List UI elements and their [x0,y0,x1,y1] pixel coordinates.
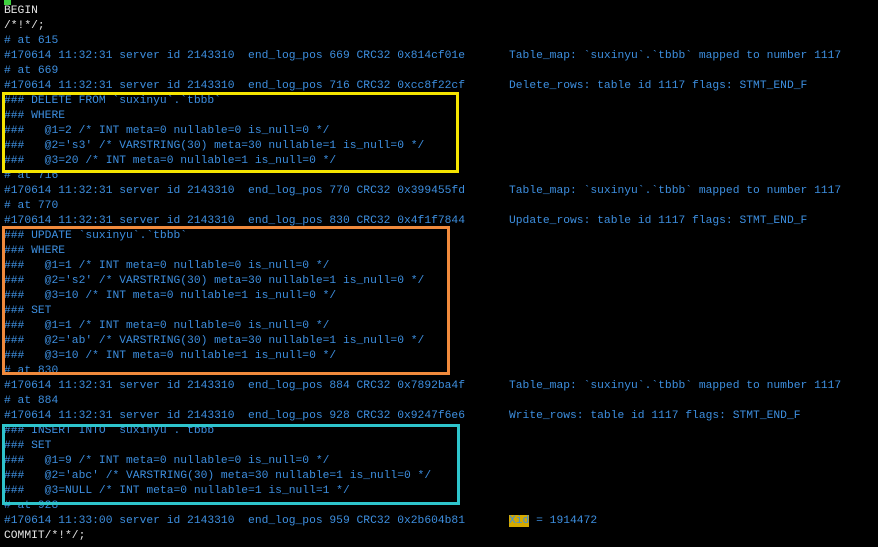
event-info-text: = 1914472 [529,515,598,527]
update-highlight-box [2,226,450,375]
event-info-text: Table_map: `suxinyu`.`tbbb` mapped to nu… [509,185,842,197]
event-info-text: Table_map: `suxinyu`.`tbbb` mapped to nu… [509,50,842,62]
terminal-line: #170614 11:32:31 server id 2143310 end_l… [4,409,801,424]
terminal-line: #170614 11:33:00 server id 2143310 end_l… [4,514,597,529]
terminal-line: # at 669 [4,64,58,79]
line-text: /*!*/; [4,20,45,32]
insert-highlight-box [2,424,460,505]
line-text: BEGIN [4,5,38,17]
terminal-line: COMMIT/*!*/; [4,529,85,544]
event-info: Table_map: `suxinyu`.`tbbb` mapped to nu… [509,184,841,199]
line-text: # at 884 [4,395,59,407]
delete-highlight-box [2,92,459,173]
line-text: COMMIT/*!*/; [4,530,86,542]
event-info: Table_map: `suxinyu`.`tbbb` mapped to nu… [509,379,841,394]
event-info-text: Table_map: `suxinyu`.`tbbb` mapped to nu… [509,380,842,392]
event-info: Table_map: `suxinyu`.`tbbb` mapped to nu… [509,49,841,64]
event-info: Write_rows: table id 1117 flags: STMT_EN… [509,409,801,424]
line-text: #170614 11:32:31 server id 2143310 end_l… [4,185,465,197]
line-text: #170614 11:32:31 server id 2143310 end_l… [4,80,465,92]
terminal-line: BEGIN [4,4,38,19]
line-text: #170614 11:32:31 server id 2143310 end_l… [4,380,465,392]
event-info: Xid = 1914472 [509,514,597,529]
line-text: # at 615 [4,35,59,47]
event-info: Update_rows: table id 1117 flags: STMT_E… [509,214,807,229]
event-info: Delete_rows: table id 1117 flags: STMT_E… [509,79,807,94]
terminal-line: #170614 11:32:31 server id 2143310 end_l… [4,49,841,64]
line-text: #170614 11:33:00 server id 2143310 end_l… [4,515,465,527]
terminal-line: /*!*/; [4,19,45,34]
line-text: # at 770 [4,200,59,212]
line-text: # at 669 [4,65,59,77]
terminal-line: # at 770 [4,199,58,214]
search-highlight: Xid [509,515,530,527]
line-text: #170614 11:32:31 server id 2143310 end_l… [4,50,465,62]
terminal-line: #170614 11:32:31 server id 2143310 end_l… [4,184,841,199]
event-info-text: Write_rows: table id 1117 flags: STMT_EN… [509,410,801,422]
event-info-text: Delete_rows: table id 1117 flags: STMT_E… [509,80,808,92]
terminal-window[interactable]: BEGIN /*!*/; # at 615 #170614 11:32:31 serv… [0,0,878,547]
line-text: #170614 11:32:31 server id 2143310 end_l… [4,410,465,422]
terminal-line: # at 615 [4,34,58,49]
event-info-text: Update_rows: table id 1117 flags: STMT_E… [509,215,808,227]
terminal-line: #170614 11:32:31 server id 2143310 end_l… [4,379,841,394]
terminal-line: # at 884 [4,394,58,409]
